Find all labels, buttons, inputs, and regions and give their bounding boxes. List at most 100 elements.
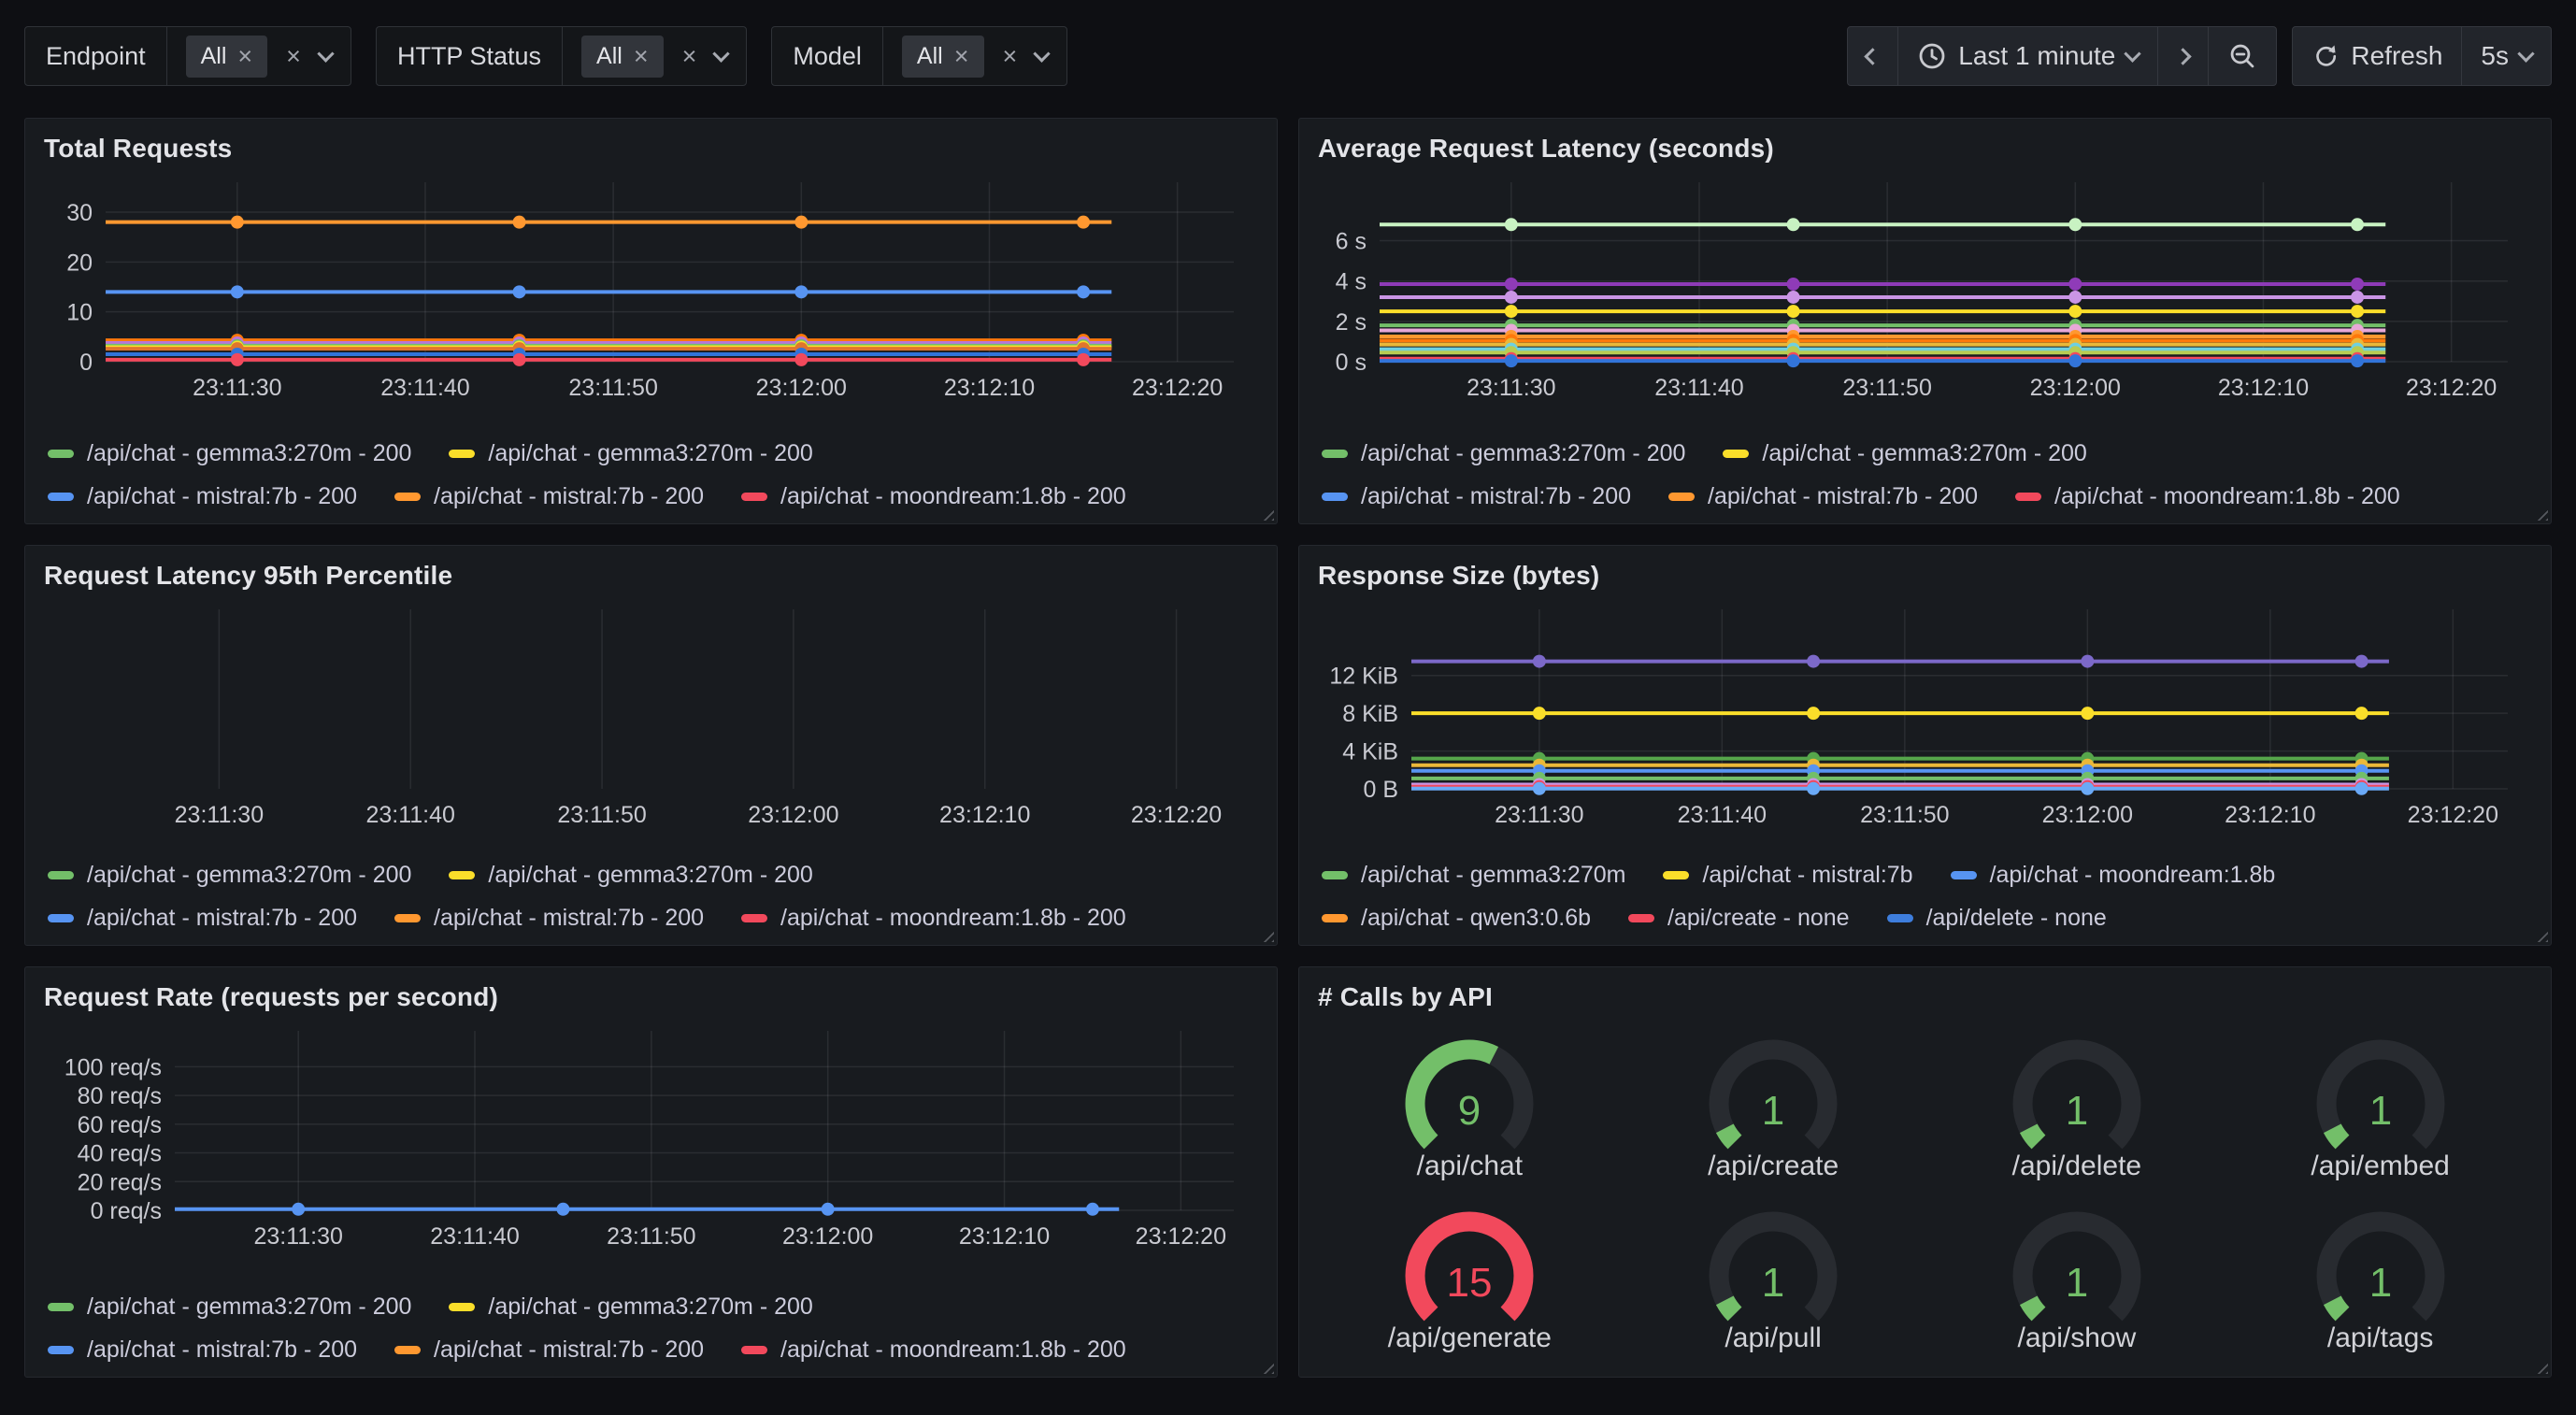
panel-resize-handle[interactable] [2532, 505, 2548, 521]
y-axis-tick-label: 0 req/s [91, 1198, 162, 1224]
time-series-chart[interactable]: 23:11:3023:11:4023:11:5023:12:0023:12:10… [44, 1022, 1258, 1252]
legend-item[interactable]: /api/chat - mistral:7b [1663, 862, 1912, 889]
time-series-chart[interactable]: 23:11:3023:11:4023:11:5023:12:0023:12:10… [44, 173, 1258, 404]
panel-title[interactable]: # Calls by API [1318, 982, 2532, 1012]
chart-area[interactable]: 23:11:3023:11:4023:11:5023:12:0023:12:10… [44, 1022, 1258, 1257]
x-axis-tick-label: 23:12:10 [939, 802, 1030, 828]
legend: /api/chat - gemma3:270m - 200/api/chat -… [44, 1278, 1258, 1364]
gauge-label: /api/generate [1388, 1322, 1552, 1354]
time-range-picker[interactable]: Last 1 minute [1897, 26, 2158, 86]
filter-value-select[interactable]: All × × [883, 27, 1066, 85]
x-axis-tick-label: 23:12:10 [2218, 375, 2309, 401]
panel-title[interactable]: Total Requests [44, 134, 1258, 164]
x-axis-tick-label: 23:11:30 [175, 802, 264, 828]
legend-color-marker [394, 1346, 421, 1354]
legend-item[interactable]: /api/chat - mistral:7b - 200 [48, 483, 357, 510]
gauge-label: /api/show [2018, 1322, 2137, 1354]
clear-filter-icon[interactable]: × [286, 44, 301, 69]
legend-item[interactable]: /api/chat - qwen3:0.6b [1322, 905, 1591, 932]
panel-resize-handle[interactable] [2532, 926, 2548, 942]
legend-item[interactable]: /api/chat - moondream:1.8b - 200 [741, 1336, 1126, 1364]
legend-item[interactable]: /api/chat - mistral:7b - 200 [394, 1336, 704, 1364]
gauge: 1 /api/pull [1622, 1201, 1925, 1354]
legend-item[interactable]: /api/chat - mistral:7b - 200 [48, 905, 357, 932]
gauge: 1 /api/show [1925, 1201, 2229, 1354]
gauge: 1 /api/delete [1925, 1029, 2229, 1182]
panel-title[interactable]: Request Latency 95th Percentile [44, 561, 1258, 591]
zoom-out-time-button[interactable] [2208, 26, 2277, 86]
legend-item[interactable]: /api/chat - moondream:1.8b - 200 [741, 905, 1126, 932]
legend-item[interactable]: /api/chat - gemma3:270m - 200 [1322, 440, 1685, 467]
chip-remove-icon[interactable]: × [954, 44, 969, 69]
series-point [2068, 291, 2082, 304]
series-point [1787, 218, 1800, 231]
x-axis-tick-label: 23:11:40 [430, 1223, 519, 1250]
gauge-value: 9 [1458, 1088, 1481, 1134]
panel-resize-handle[interactable] [1258, 1358, 1274, 1374]
chart-area[interactable]: 23:11:3023:11:4023:11:5023:12:0023:12:10… [1318, 173, 2532, 408]
chevron-down-icon[interactable] [1034, 45, 1051, 62]
time-controls: Last 1 minute Refresh [1847, 26, 2552, 86]
legend-item[interactable]: /api/chat - gemma3:270m - 200 [449, 1294, 812, 1321]
legend-color-marker [1887, 914, 1913, 922]
clear-filter-icon[interactable]: × [682, 44, 697, 69]
filter-chip[interactable]: All × [581, 36, 664, 78]
series-point [2068, 354, 2082, 367]
legend-item[interactable]: /api/chat - gemma3:270m [1322, 862, 1625, 889]
refresh-interval-dropdown[interactable]: 5s [2461, 26, 2552, 86]
gauge-arc: 9 [1381, 1029, 1558, 1151]
panel-resize-handle[interactable] [2532, 1358, 2548, 1374]
legend-item[interactable]: /api/chat - mistral:7b - 200 [394, 905, 704, 932]
legend-item[interactable]: /api/chat - gemma3:270m - 200 [48, 1294, 411, 1321]
filter-group-model: Model All × × [771, 26, 1067, 86]
series-point [1086, 1203, 1099, 1216]
clear-filter-icon[interactable]: × [1003, 44, 1018, 69]
legend-item[interactable]: /api/chat - gemma3:270m - 200 [48, 862, 411, 889]
legend-item[interactable]: /api/delete - none [1887, 905, 2107, 932]
filter-group-http-status: HTTP Status All × × [376, 26, 747, 86]
legend-color-marker [449, 871, 475, 879]
panel-title[interactable]: Request Rate (requests per second) [44, 982, 1258, 1012]
chart-area[interactable]: 23:11:3023:11:4023:11:5023:12:0023:12:10… [44, 600, 1258, 836]
legend-item[interactable]: /api/chat - mistral:7b - 200 [1668, 483, 1978, 510]
chart-area[interactable]: 23:11:3023:11:4023:11:5023:12:0023:12:10… [1318, 600, 2532, 836]
x-axis-tick-label: 23:12:00 [782, 1223, 873, 1250]
legend-item[interactable]: /api/chat - gemma3:270m - 200 [48, 440, 411, 467]
time-series-chart[interactable]: 23:11:3023:11:4023:11:5023:12:0023:12:10… [44, 600, 1258, 831]
panel-title[interactable]: Average Request Latency (seconds) [1318, 134, 2532, 164]
chip-remove-icon[interactable]: × [634, 44, 649, 69]
legend-item[interactable]: /api/chat - mistral:7b - 200 [48, 1336, 357, 1364]
time-series-chart[interactable]: 23:11:3023:11:4023:11:5023:12:0023:12:10… [1318, 173, 2532, 404]
legend-item[interactable]: /api/chat - mistral:7b - 200 [394, 483, 704, 510]
x-axis-tick-label: 23:11:50 [557, 802, 646, 828]
panel-title[interactable]: Response Size (bytes) [1318, 561, 2532, 591]
gauge-arc: 1 [2292, 1029, 2469, 1151]
time-shift-back-button[interactable] [1847, 26, 1898, 86]
legend-item[interactable]: /api/chat - moondream:1.8b - 200 [741, 483, 1126, 510]
legend-item[interactable]: /api/chat - mistral:7b - 200 [1322, 483, 1631, 510]
legend-item[interactable]: /api/chat - gemma3:270m - 200 [449, 862, 812, 889]
filter-chip[interactable]: All × [186, 36, 268, 78]
legend-item[interactable]: /api/chat - moondream:1.8b - 200 [2015, 483, 2400, 510]
gauge-label: /api/tags [2327, 1322, 2433, 1354]
time-series-chart[interactable]: 23:11:3023:11:4023:11:5023:12:0023:12:10… [1318, 600, 2532, 831]
panel-total-requests: Total Requests 23:11:3023:11:4023:11:502… [24, 118, 1278, 524]
legend-item[interactable]: /api/chat - moondream:1.8b [1951, 862, 2276, 889]
panel-resize-handle[interactable] [1258, 926, 1274, 942]
refresh-button[interactable]: Refresh [2292, 26, 2462, 86]
chip-remove-icon[interactable]: × [237, 44, 252, 69]
filter-value-select[interactable]: All × × [563, 27, 746, 85]
legend: /api/chat - gemma3:270m - 200/api/chat -… [1318, 424, 2532, 510]
chevron-down-icon[interactable] [713, 45, 730, 62]
series-point [2081, 707, 2094, 720]
legend-item[interactable]: /api/create - none [1628, 905, 1850, 932]
legend-item[interactable]: /api/chat - gemma3:270m - 200 [449, 440, 812, 467]
filter-value-select[interactable]: All × × [167, 27, 351, 85]
chevron-down-icon[interactable] [317, 45, 334, 62]
chart-area[interactable]: 23:11:3023:11:4023:11:5023:12:0023:12:10… [44, 173, 1258, 408]
legend-item[interactable]: /api/chat - gemma3:270m - 200 [1723, 440, 2086, 467]
panel-resize-handle[interactable] [1258, 505, 1274, 521]
x-axis-tick-label: 23:11:50 [607, 1223, 695, 1250]
time-shift-forward-button[interactable] [2157, 26, 2209, 86]
filter-chip[interactable]: All × [902, 36, 984, 78]
